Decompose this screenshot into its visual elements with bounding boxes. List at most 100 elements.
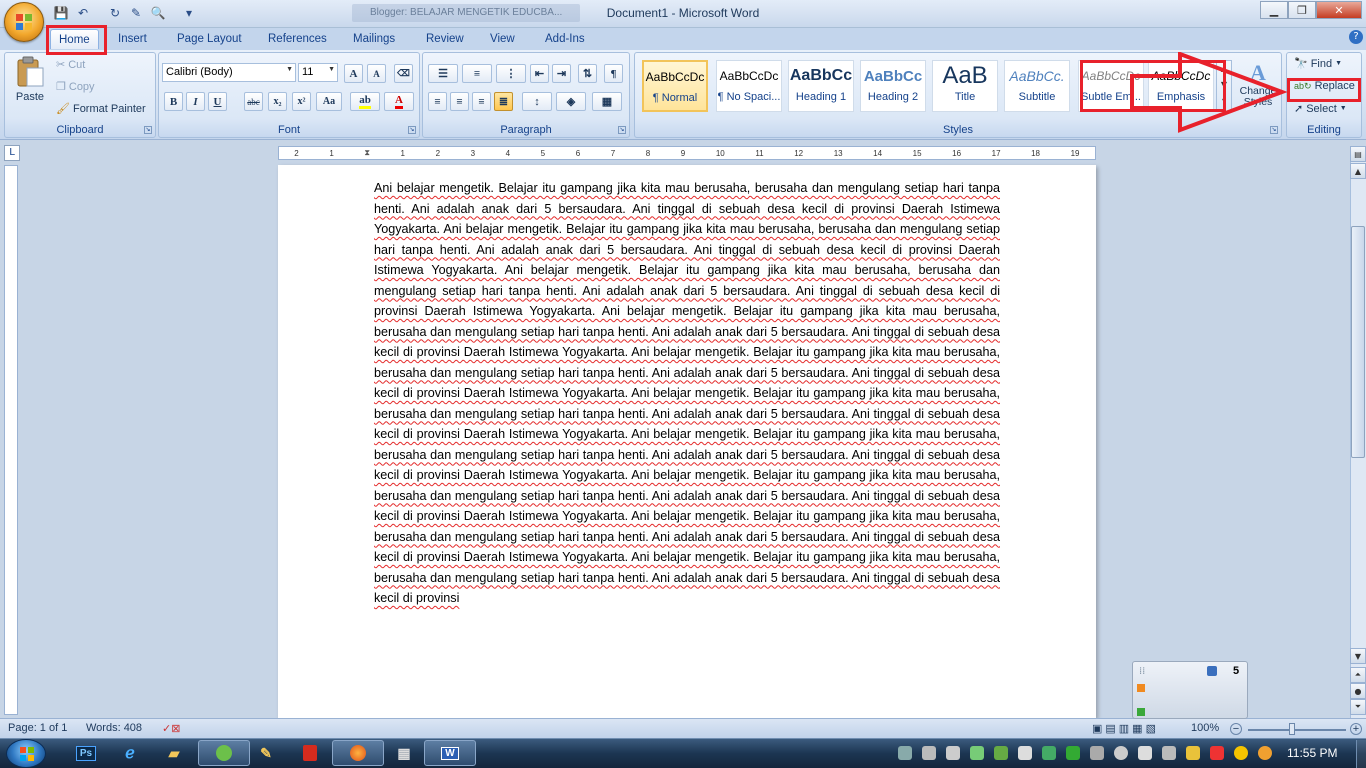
tray-icon-3[interactable] <box>946 746 960 760</box>
document-page[interactable]: Ani belajar mengetik. Belajar itu gampan… <box>278 165 1096 718</box>
tray-icon-13[interactable] <box>1186 746 1200 760</box>
multilevel-list-button[interactable]: ⋮ <box>496 64 526 83</box>
italic-button[interactable]: I <box>186 92 205 111</box>
tray-icon-10[interactable] <box>1114 746 1128 760</box>
taskbar-clock[interactable]: 11:55 PM <box>1287 746 1337 760</box>
tray-icon-2[interactable] <box>922 746 936 760</box>
view-ruler-icon[interactable]: ▤ <box>1350 146 1366 162</box>
taskbar-word[interactable]: W <box>424 740 476 766</box>
font-launcher-icon[interactable]: ↘ <box>408 126 416 134</box>
cut-button[interactable]: ✂ Cut <box>56 58 85 72</box>
ruler-toggle-icon[interactable]: L <box>4 145 20 161</box>
horizontal-ruler[interactable]: 2 1 ⧗ 1 2 3 4 5 6 7 8 9 10 11 12 13 14 1… <box>278 146 1096 160</box>
format-painter-button[interactable]: 🖌 Format Painter <box>56 102 146 116</box>
select-button[interactable]: ➚ Select ▼ <box>1294 102 1347 116</box>
office-button[interactable] <box>4 2 44 42</box>
justify-button[interactable]: ≣ <box>494 92 513 111</box>
start-button[interactable] <box>6 739 46 768</box>
page-count[interactable]: Page: 1 of 1 <box>8 722 67 734</box>
line-spacing-button[interactable]: ↕ <box>522 92 552 111</box>
bullets-button[interactable]: ☰ <box>428 64 458 83</box>
previous-page-icon[interactable]: ⏶ <box>1350 667 1366 683</box>
tray-icon-1[interactable] <box>898 746 912 760</box>
network-icon[interactable] <box>1162 746 1176 760</box>
browse-object-icon[interactable]: ● <box>1350 683 1366 699</box>
zoom-slider[interactable] <box>1248 729 1346 731</box>
scroll-down-icon[interactable]: ▼ <box>1350 648 1366 664</box>
underline-button[interactable]: U <box>208 92 227 111</box>
close-button[interactable]: ✕ <box>1316 1 1362 19</box>
superscript-button[interactable]: x² <box>292 92 311 111</box>
tab-page-layout[interactable]: Page Layout <box>169 29 250 49</box>
vertical-ruler[interactable] <box>4 165 18 715</box>
tab-mailings[interactable]: Mailings <box>345 29 403 49</box>
paste-button[interactable]: Paste <box>10 56 50 116</box>
minimize-button[interactable]: ▁ <box>1260 1 1288 19</box>
tray-icon-6[interactable] <box>1018 746 1032 760</box>
paragraph-launcher-icon[interactable]: ↘ <box>618 126 626 134</box>
style-heading-2[interactable]: AaBbCc Heading 2 <box>860 60 926 112</box>
style-title[interactable]: AaB Title <box>932 60 998 112</box>
zoom-level[interactable]: 100% <box>1191 722 1219 734</box>
zoom-out-icon[interactable]: − <box>1230 723 1242 735</box>
taskbar-acrobat[interactable] <box>284 740 336 766</box>
align-right-button[interactable]: ≡ <box>472 92 491 111</box>
tray-icon-8[interactable] <box>1066 746 1080 760</box>
floating-widget[interactable]: ⁞⁞ 5 <box>1132 661 1248 719</box>
document-body[interactable]: Ani belajar mengetik. Belajar itu gampan… <box>374 178 1000 609</box>
tray-icon-16[interactable] <box>1258 746 1272 760</box>
tray-icon-15[interactable] <box>1234 746 1248 760</box>
sort-button[interactable]: ⇅ <box>578 64 597 83</box>
tab-references[interactable]: References <box>260 29 335 49</box>
style-no-spacing[interactable]: AaBbCcDc ¶ No Spaci... <box>716 60 782 112</box>
align-left-button[interactable]: ≡ <box>428 92 447 111</box>
view-buttons-icon[interactable]: ▣▤▥▦▧ <box>1092 722 1159 735</box>
style-subtitle[interactable]: AaBbCc. Subtitle <box>1004 60 1070 112</box>
shading-button[interactable]: ◈ <box>556 92 586 111</box>
subscript-button[interactable]: x₂ <box>268 92 287 111</box>
proofing-icon[interactable]: ✓⊠ <box>162 722 180 735</box>
next-page-icon[interactable]: ⏷ <box>1350 699 1366 715</box>
shrink-font-button[interactable]: A <box>367 64 386 83</box>
taskbar-firefox[interactable] <box>332 740 384 766</box>
decrease-indent-button[interactable]: ⇤ <box>530 64 549 83</box>
clear-formatting-button[interactable]: ⌫ <box>394 64 413 83</box>
find-button[interactable]: 🔭 Find ▼ <box>1294 57 1342 71</box>
help-icon[interactable]: ? <box>1349 30 1363 44</box>
strikethrough-button[interactable]: abc <box>244 92 263 111</box>
tab-insert[interactable]: Insert <box>110 29 155 49</box>
tab-view[interactable]: View <box>482 29 523 49</box>
scroll-up-icon[interactable]: ▲ <box>1350 163 1366 179</box>
font-size-select[interactable]: 11 ▼ <box>298 63 338 82</box>
numbering-button[interactable]: ≡ <box>462 64 492 83</box>
align-center-button[interactable]: ≡ <box>450 92 469 111</box>
increase-indent-button[interactable]: ⇥ <box>552 64 571 83</box>
tray-icon-5[interactable] <box>994 746 1008 760</box>
show-desktop-button[interactable] <box>1356 740 1366 768</box>
zoom-in-icon[interactable]: + <box>1350 723 1362 735</box>
grow-font-button[interactable]: A <box>344 64 363 83</box>
volume-icon[interactable] <box>1138 746 1152 760</box>
indent-marker-icon[interactable]: ⧗ <box>364 148 370 158</box>
word-count[interactable]: Words: 408 <box>86 722 142 734</box>
style-normal[interactable]: AaBbCcDc ¶ Normal <box>642 60 708 112</box>
scroll-thumb[interactable] <box>1351 226 1365 458</box>
show-formatting-button[interactable]: ¶ <box>604 64 623 83</box>
taskbar-explorer[interactable]: ▰ <box>148 740 200 766</box>
borders-button[interactable]: ▦ <box>592 92 622 111</box>
font-color-button[interactable]: A <box>384 92 414 111</box>
tray-icon-9[interactable] <box>1090 746 1104 760</box>
highlight-button[interactable]: ab <box>350 92 380 111</box>
bold-button[interactable]: B <box>164 92 183 111</box>
restore-button[interactable]: ❐ <box>1288 1 1316 19</box>
tray-icon-14[interactable] <box>1210 746 1224 760</box>
clipboard-launcher-icon[interactable]: ↘ <box>144 126 152 134</box>
zoom-slider-thumb[interactable] <box>1289 723 1295 735</box>
tray-icon-4[interactable] <box>970 746 984 760</box>
tab-review[interactable]: Review <box>418 29 472 49</box>
tab-add-ins[interactable]: Add-Ins <box>537 29 593 49</box>
taskbar-app-grid[interactable]: ▦ <box>378 740 430 766</box>
change-case-button[interactable]: Aa <box>316 92 342 111</box>
copy-button[interactable]: ❐ Copy <box>56 80 95 94</box>
tray-icon-7[interactable] <box>1042 746 1056 760</box>
